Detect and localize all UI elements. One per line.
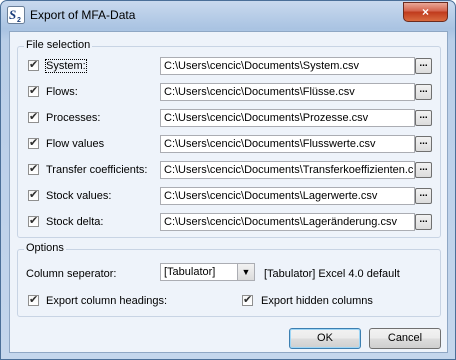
stock-delta-browse-button[interactable]: ... (415, 214, 432, 230)
column-separator-value: [Tabulator] (164, 266, 216, 278)
stock-delta-checkbox[interactable] (28, 214, 39, 227)
svg-text:2: 2 (17, 17, 21, 24)
stock-values-checkbox[interactable] (28, 188, 39, 201)
transfer-coefficients-browse-button[interactable]: ... (415, 162, 432, 178)
column-separator-select[interactable]: [Tabulator] ▼ (160, 263, 255, 281)
system-path-input[interactable]: C:\Users\cencic\Documents\System.csv (160, 57, 415, 75)
processes-path-input[interactable]: C:\Users\cencic\Documents\Prozesse.csv (160, 109, 415, 127)
flow-values-path-input[interactable]: C:\Users\cencic\Documents\Flusswerte.csv (160, 135, 415, 153)
transfer-coefficients-path-input[interactable]: C:\Users\cencic\Documents\Transferkoeffi… (160, 161, 415, 179)
close-button[interactable]: × (403, 2, 448, 22)
stock-values-path-input[interactable]: C:\Users\cencic\Documents\Lagerwerte.csv (160, 187, 415, 205)
processes-checkbox[interactable] (28, 110, 39, 123)
flow-values-checkbox[interactable] (28, 136, 39, 149)
export-hidden-label: Export hidden columns (261, 295, 373, 307)
stock-values-browse-button[interactable]: ... (415, 188, 432, 204)
export-hidden-checkbox[interactable] (242, 293, 253, 306)
stock-values-label: Stock values: (46, 190, 112, 202)
options-title: Options (24, 242, 66, 254)
export-headings-label: Export column headings: (46, 295, 168, 307)
system-checkbox[interactable] (28, 58, 39, 71)
processes-label: Processes: (46, 112, 101, 124)
dialog-window: S 2 Export of MFA-Data × File selection … (0, 0, 456, 360)
stock-delta-label: Stock delta: (46, 216, 104, 228)
system-label: System: (45, 59, 87, 73)
file-selection-title: File selection (24, 39, 93, 51)
column-separator-hint: [Tabulator] Excel 4.0 default (264, 268, 400, 280)
flows-browse-button[interactable]: ... (415, 84, 432, 100)
title-bar[interactable]: S 2 Export of MFA-Data × (1, 1, 455, 29)
dialog-body: File selection System: C:\Users\cencic\D… (9, 31, 448, 353)
app-logo-icon: S 2 (7, 6, 25, 24)
stock-delta-path-input[interactable]: C:\Users\cencic\Documents\Lageränderung.… (160, 213, 415, 231)
flows-path-input[interactable]: C:\Users\cencic\Documents\Flüsse.csv (160, 83, 415, 101)
system-browse-button[interactable]: ... (415, 58, 432, 74)
transfer-coefficients-label: Transfer coefficients: (46, 164, 148, 176)
flow-values-browse-button[interactable]: ... (415, 136, 432, 152)
transfer-coefficients-checkbox[interactable] (28, 162, 39, 175)
export-headings-checkbox[interactable] (28, 293, 39, 306)
svg-text:S: S (9, 7, 16, 22)
window-title: Export of MFA-Data (30, 8, 136, 22)
ok-button[interactable]: OK (289, 328, 361, 349)
flows-checkbox[interactable] (28, 84, 39, 97)
column-separator-label: Column seperator: (26, 268, 117, 280)
processes-browse-button[interactable]: ... (415, 110, 432, 126)
flows-label: Flows: (46, 86, 78, 98)
flow-values-label: Flow values (46, 138, 105, 150)
chevron-down-icon[interactable]: ▼ (237, 264, 254, 280)
cancel-button[interactable]: Cancel (369, 328, 441, 349)
